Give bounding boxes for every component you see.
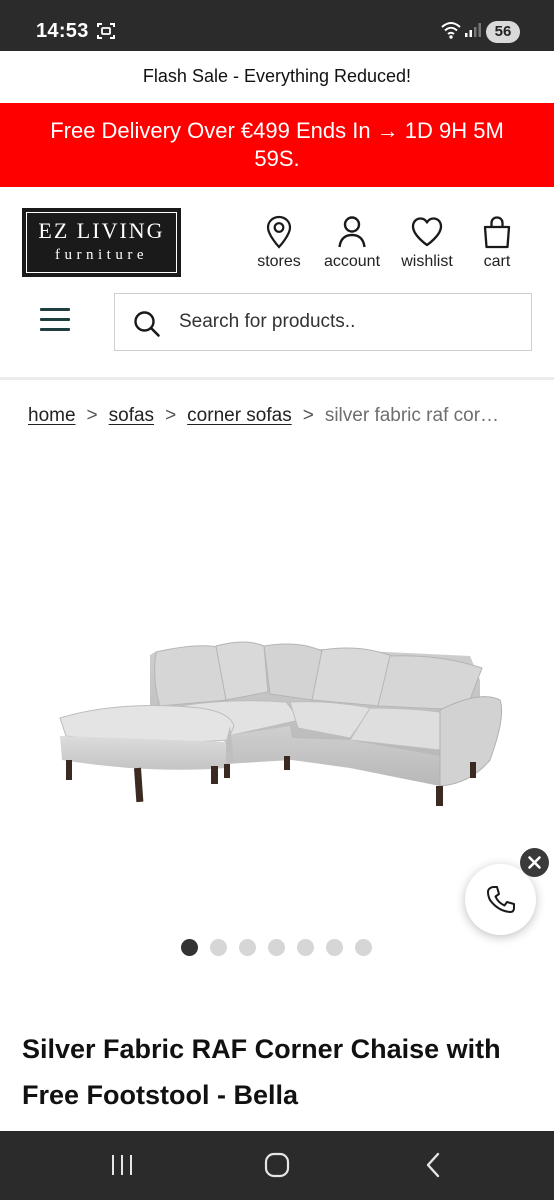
carousel-dot[interactable] <box>181 939 198 956</box>
nav-cart[interactable]: cart <box>474 215 520 271</box>
logo-line2: furniture <box>55 247 148 263</box>
nav-wishlist-label: wishlist <box>401 253 453 270</box>
nav-wishlist[interactable]: wishlist <box>396 215 458 271</box>
battery-indicator: 56 <box>486 21 520 43</box>
signal-icon <box>464 22 482 43</box>
close-call-button[interactable] <box>520 848 549 877</box>
product-image[interactable] <box>0 560 554 850</box>
menu-line <box>40 318 70 321</box>
hamburger-menu-button[interactable] <box>40 307 72 333</box>
system-navigation-bar <box>0 1131 554 1200</box>
nav-account-label: account <box>323 253 381 270</box>
shopping-bag-icon <box>474 215 520 249</box>
carousel-dot[interactable] <box>297 939 314 956</box>
location-pin-icon <box>251 215 307 249</box>
breadcrumb-separator: > <box>165 405 177 426</box>
carousel-dot[interactable] <box>210 939 227 956</box>
search-icon[interactable] <box>133 310 161 343</box>
nav-stores-label: stores <box>257 253 301 270</box>
home-icon <box>264 1152 290 1178</box>
nav-cart-label: cart <box>483 253 511 270</box>
recent-apps-icon <box>112 1155 132 1175</box>
product-title: Silver Fabric RAF Corner Chaise with Fre… <box>22 1034 501 1110</box>
home-button[interactable] <box>237 1131 317 1200</box>
recent-apps-button[interactable] <box>82 1131 162 1200</box>
carousel-dot[interactable] <box>355 939 372 956</box>
breadcrumb-corner-sofas[interactable]: corner sofas <box>187 405 292 426</box>
user-icon <box>318 215 386 249</box>
status-time: 14:53 <box>36 20 89 42</box>
breadcrumb-separator: > <box>302 405 314 426</box>
back-button[interactable] <box>393 1131 473 1200</box>
breadcrumb-home[interactable]: home <box>28 405 76 426</box>
free-delivery-banner[interactable]: Free Delivery Over €499 Ends In → 1D 9H … <box>0 103 554 187</box>
nav-account[interactable]: account <box>318 215 386 271</box>
wifi-icon <box>440 20 462 45</box>
screenshot-icon <box>96 22 116 45</box>
flash-sale-banner[interactable]: Flash Sale - Everything Reduced! <box>0 51 554 103</box>
image-carousel-dots <box>181 939 381 957</box>
search-bar[interactable] <box>114 293 532 351</box>
close-icon <box>528 856 541 869</box>
heart-icon <box>396 215 458 249</box>
back-chevron-icon <box>426 1152 440 1178</box>
ez-living-logo[interactable]: EZ LIVING furniture <box>22 208 181 277</box>
header-divider <box>0 377 554 380</box>
status-bar: 14:53 56 <box>0 0 554 51</box>
site-header: EZ LIVING furniture stores account wishl… <box>0 187 554 377</box>
menu-line <box>40 308 70 311</box>
breadcrumb-current: silver fabric raf cor… <box>324 405 500 426</box>
carousel-dot[interactable] <box>268 939 285 956</box>
menu-line <box>40 328 70 331</box>
nav-stores[interactable]: stores <box>251 215 307 271</box>
breadcrumb-sofas[interactable]: sofas <box>109 405 154 426</box>
logo-line1: EZ LIVING <box>38 218 165 243</box>
search-input[interactable] <box>179 306 509 338</box>
phone-icon <box>487 886 515 913</box>
breadcrumb-separator: > <box>86 405 98 426</box>
carousel-dot[interactable] <box>239 939 256 956</box>
carousel-dot[interactable] <box>326 939 343 956</box>
breadcrumb: home > sofas > corner sofas > silver fabric ra… <box>28 405 534 427</box>
